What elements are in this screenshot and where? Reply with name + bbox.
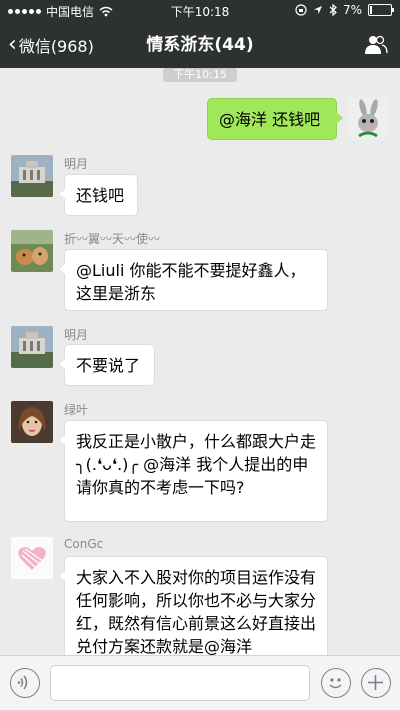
message-bubble-mine[interactable]: @海洋 还钱吧 (207, 98, 343, 140)
rabbit-avatar-icon (347, 98, 389, 140)
message-input[interactable] (50, 665, 310, 701)
message-text: 大家入不入股对你的项目运作没有任何影响，所以你也不必与大家分红，既然有信心前景这… (76, 568, 317, 655)
message-bubble[interactable]: 不要说了 (58, 344, 155, 386)
message-text: @海洋 还钱吧 (219, 110, 321, 129)
plus-button[interactable] (361, 668, 391, 698)
input-bar (0, 655, 400, 710)
message-text: @Liuli 你能不能不要提好鑫人，这里是浙东 (76, 261, 306, 303)
sender-name: 折〰翼〰天〰使〰 (64, 232, 161, 246)
location-icon (313, 6, 322, 14)
avatar[interactable] (11, 326, 53, 368)
voice-button[interactable] (10, 668, 40, 698)
sender-name: 明月 (64, 157, 89, 171)
voice-icon (17, 675, 28, 690)
avatar-me[interactable] (347, 98, 389, 140)
message-text: 还钱吧 (76, 186, 125, 205)
portrait-avatar-icon (11, 401, 53, 443)
message-bubble[interactable]: @Liuli 你能不能不要提好鑫人，这里是浙东 (58, 249, 328, 311)
nav-bar: ‹ 微信(968) 情系浙东(44) (0, 22, 400, 68)
building-avatar-icon (11, 155, 53, 197)
rotation-lock-icon (295, 4, 307, 16)
chat-title: 情系浙东(44) (146, 35, 254, 55)
message-bubble[interactable]: 大家入不入股对你的项目运作没有任何影响，所以你也不必与大家分红，既然有信心前景这… (58, 556, 328, 655)
emoji-button[interactable] (321, 668, 351, 698)
battery-percent: 7% (342, 3, 362, 17)
dog-avatar-icon (11, 230, 53, 272)
bluetooth-icon (329, 4, 337, 16)
plus-icon (368, 675, 383, 690)
message-bubble[interactable]: 我反正是小散户，什么都跟大户走╮(.❛ᴗ❛.)╭ @海洋 我个人提出的申请你真的… (58, 420, 328, 522)
avatar[interactable] (11, 401, 53, 443)
avatar[interactable] (11, 230, 53, 272)
message-text: 我反正是小散户，什么都跟大户走╮(.❛ᴗ❛.)╭ @海洋 我个人提出的申请你真的… (76, 432, 317, 497)
emoji-icon (329, 678, 342, 689)
chat-area[interactable]: 下午10:15 @海洋 还钱吧 明月 还钱吧 折〰翼〰天〰使〰 @Liuli 你… (0, 68, 400, 655)
message-bubble[interactable]: 还钱吧 (58, 174, 138, 216)
status-bar: 中国电信 下午10:18 7% (0, 0, 400, 22)
sender-name: ConGc (64, 537, 104, 551)
avatar[interactable] (11, 155, 53, 197)
building-avatar-icon (11, 326, 53, 368)
message-text: 不要说了 (76, 356, 141, 375)
people-icon[interactable] (364, 34, 388, 56)
message-timestamp: 下午10:15 (163, 68, 237, 82)
sender-name: 绿叶 (64, 403, 89, 417)
heart-avatar-icon (11, 537, 53, 579)
battery-icon (368, 4, 394, 16)
sender-name: 明月 (64, 328, 89, 342)
avatar[interactable] (11, 537, 53, 579)
